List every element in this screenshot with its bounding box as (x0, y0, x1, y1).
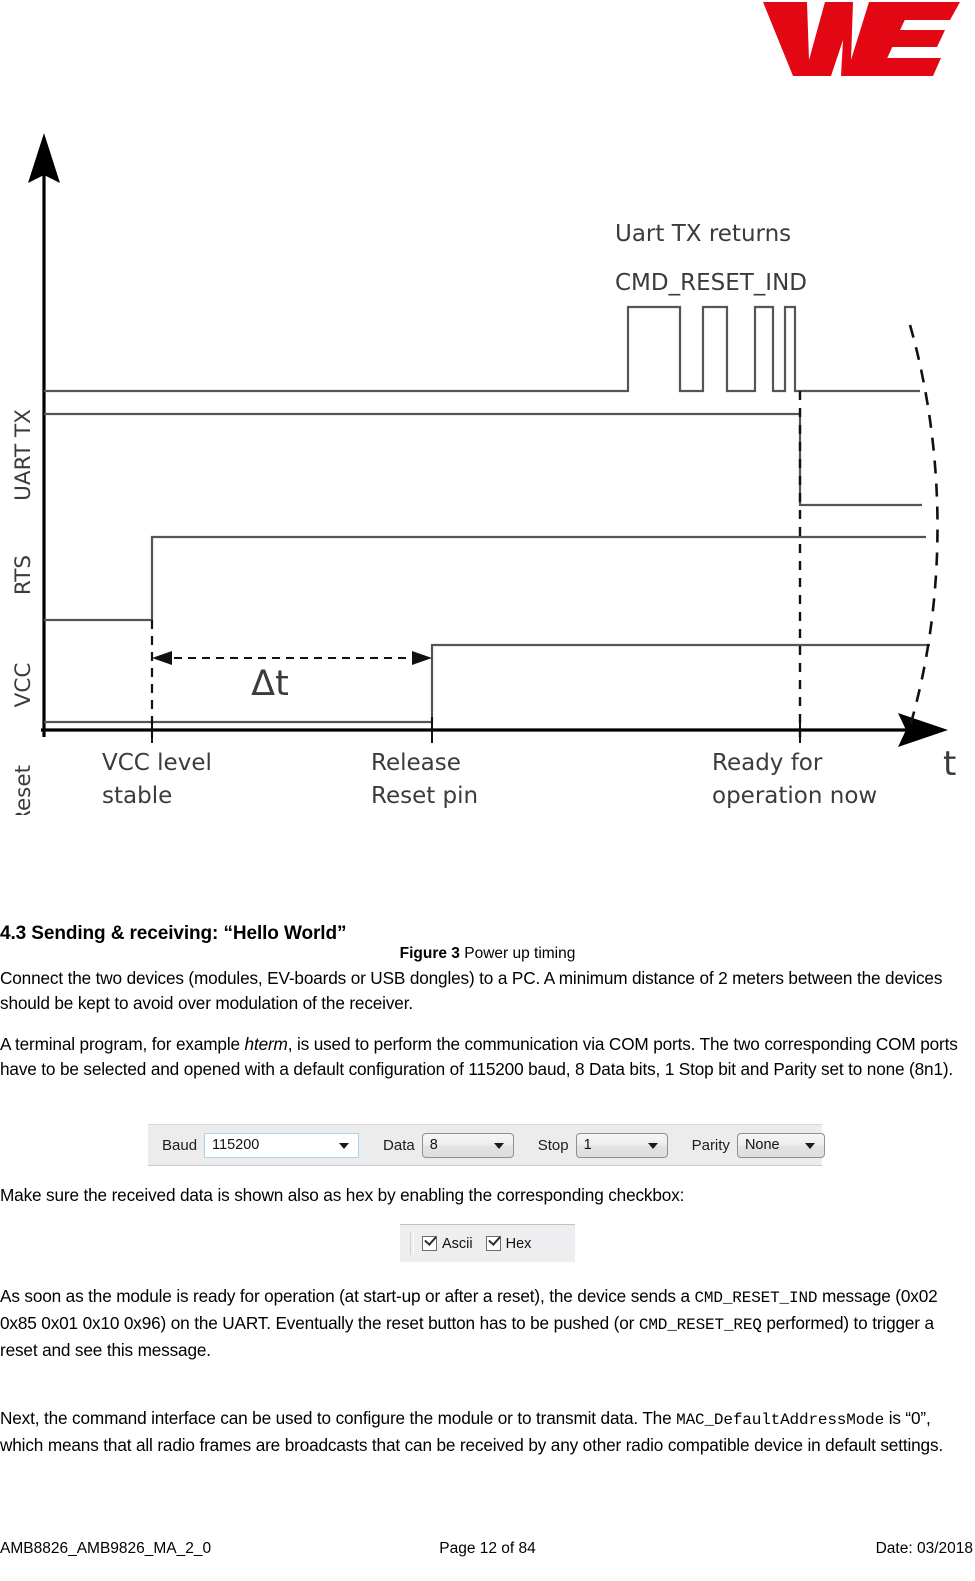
code-cmd-reset-ind: CMD_RESET_IND (694, 1289, 818, 1307)
stop-bits-select[interactable]: 1 (575, 1132, 668, 1158)
tick-label-release-reset-line2: Reset pin (371, 783, 478, 809)
page-title: 4.3 Sending & receiving: “Hello World” (0, 923, 347, 944)
signal-label-rts: RTS (11, 555, 36, 595)
signal-label-vcc: VCC (11, 663, 36, 708)
chevron-down-icon (493, 1143, 504, 1149)
check-icon (487, 1233, 501, 1246)
code-mac-default-address-mode: MAC_DefaultAddressMode (676, 1411, 885, 1429)
hex-checkbox[interactable] (485, 1233, 501, 1251)
chevron-down-icon (647, 1143, 658, 1149)
page-header (0, 0, 975, 125)
paragraph-connect-devices: Connect the two devices (modules, EV-boa… (0, 968, 943, 1013)
trace-vcc (44, 535, 926, 622)
parity-value: None (744, 1137, 780, 1153)
delta-t-dimension: Δt (152, 651, 432, 704)
hex-label: Hex (505, 1235, 532, 1252)
annotation-uart-tx-returns: Uart TX returns (615, 221, 791, 247)
check-icon (424, 1233, 437, 1246)
footer-date: Date: 03/2018 (875, 1540, 973, 1557)
baud-value: 115200 (212, 1137, 260, 1153)
panel-divider (410, 1232, 414, 1255)
chevron-down-icon (339, 1143, 350, 1149)
paragraph-reset-part1: As soon as the module is ready for opera… (0, 1286, 695, 1306)
trace-uart-tx (44, 305, 920, 393)
figure-power-up-timing: t UART TX RTS VCC Reset Δt Uart TX retur… (0, 125, 975, 962)
paragraph-cmdif-part1: Next, the command interface can be used … (0, 1408, 677, 1428)
baud-field: Baud 115200 (162, 1125, 360, 1165)
tick-label-ready-line2: operation now (712, 783, 877, 809)
tick-label-release-reset-line1: Release (371, 750, 461, 776)
data-bits-select[interactable]: 8 (421, 1132, 514, 1158)
parity-select[interactable]: None (736, 1132, 825, 1158)
paragraph-terminal-program: A terminal program, for example hterm, i… (0, 1032, 975, 1082)
data-label: Data (383, 1136, 415, 1154)
paragraph-command-interface: Next, the command interface can be used … (0, 1406, 975, 1458)
ascii-label: Ascii (442, 1235, 473, 1252)
data-field: Data 8 (383, 1125, 514, 1165)
we-logo (745, 0, 965, 125)
display-format-panel[interactable]: Ascii Hex (400, 1224, 575, 1262)
tick-label-vcc-stable-line1: VCC level (102, 750, 212, 776)
page-footer: AMB8826_AMB9826_MA_2_0 Page 12 of 84 Dat… (0, 1540, 975, 1570)
data-bits-value: 8 (429, 1137, 438, 1153)
baud-label: Baud (162, 1136, 198, 1154)
stop-field: Stop 1 (538, 1125, 668, 1165)
chevron-down-icon (804, 1143, 815, 1149)
axis-label-t: t (943, 744, 956, 784)
paragraph-terminal-italic-hterm: hterm (244, 1034, 288, 1054)
footer-page-number: Page 12 of 84 (439, 1540, 536, 1557)
stop-bits-value: 1 (583, 1137, 592, 1153)
ascii-checkbox-field[interactable]: Ascii (422, 1233, 473, 1252)
stop-label: Stop (537, 1136, 569, 1154)
paragraph-cmd-reset-ind: As soon as the module is ready for opera… (0, 1284, 975, 1363)
timing-diagram-svg: t UART TX RTS VCC Reset Δt Uart TX retur… (11, 133, 956, 815)
baud-select[interactable]: 115200 (204, 1132, 360, 1158)
trace-reset (44, 643, 930, 724)
tick-label-vcc-stable-line2: stable (102, 783, 172, 809)
parity-label: Parity (691, 1136, 730, 1154)
parity-field: Parity None (692, 1125, 825, 1165)
serial-settings-toolbar[interactable]: Baud 115200 Data 8 Stop 1 Parity None (148, 1124, 825, 1166)
signal-label-reset: Reset (11, 765, 36, 815)
figure-caption: Figure 3 Power up timing (0, 945, 975, 963)
figure-caption-label: Figure 3 (399, 945, 460, 962)
trace-rts (44, 412, 922, 507)
tick-label-ready-line1: Ready for (712, 750, 823, 776)
paragraph-hex-checkbox: Make sure the received data is shown als… (0, 1185, 685, 1205)
x-axis (41, 713, 948, 747)
signal-label-uart-tx: UART TX (11, 409, 36, 501)
annotation-cmd-reset-ind: CMD_RESET_IND (615, 270, 807, 296)
code-cmd-reset-req: CMD_RESET_REQ (638, 1316, 762, 1334)
ascii-checkbox[interactable] (422, 1233, 437, 1251)
delta-t-label: Δt (251, 664, 289, 704)
dashed-break-curve (906, 324, 939, 734)
paragraph-terminal-part1: A terminal program, for example (0, 1034, 245, 1054)
hex-checkbox-field[interactable]: Hex (485, 1233, 532, 1252)
figure-caption-text: Power up timing (464, 945, 576, 962)
